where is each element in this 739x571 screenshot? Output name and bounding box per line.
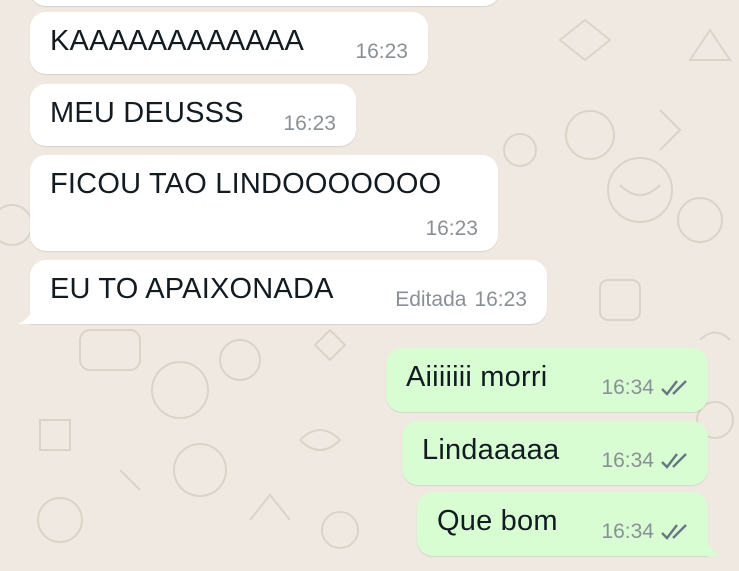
message-timestamp: 16:23 <box>425 217 478 240</box>
outgoing-message[interactable]: Lindaaaaa 16:34 <box>402 421 708 485</box>
message-text: FICOU TAO LINDOOOOOOO <box>50 168 442 200</box>
message-text: EU TO APAIXONADA <box>50 273 334 305</box>
outgoing-message[interactable]: Que bom 16:34 <box>417 492 708 556</box>
message-text: Aiiiiiii morri <box>406 361 548 393</box>
message-text: Que bom <box>437 505 558 537</box>
message-time: 16:23 <box>355 40 408 64</box>
message-timestamp: 16:34 <box>601 376 654 399</box>
message-timestamp: 16:34 <box>601 520 654 543</box>
message-text: KAAAAAAAAAAAA <box>50 25 305 57</box>
double-check-icon <box>661 524 687 540</box>
message-meta: 16:34 <box>601 449 690 473</box>
message-timestamp: 16:34 <box>601 449 654 472</box>
outgoing-bubble-tail <box>706 540 722 556</box>
message-time: 16:23 <box>283 112 336 136</box>
message-meta: 16:34 <box>601 376 690 400</box>
incoming-message[interactable]: KAAAAAAAAAAAA 16:23 <box>30 12 428 74</box>
message-timestamp: 16:23 <box>474 288 527 311</box>
double-check-icon <box>661 453 687 469</box>
edited-label: Editada <box>395 288 467 311</box>
message-meta: Editada 16:23 <box>395 288 527 312</box>
previous-message-bubble <box>30 0 500 6</box>
incoming-message[interactable]: FICOU TAO LINDOOOOOOO 16:23 <box>30 155 498 251</box>
message-timestamp: 16:23 <box>283 112 336 135</box>
incoming-message[interactable]: EU TO APAIXONADA Editada 16:23 <box>30 260 547 324</box>
message-text: MEU DEUSSS <box>50 97 244 129</box>
incoming-message[interactable]: MEU DEUSSS 16:23 <box>30 84 356 146</box>
message-text: Lindaaaaa <box>422 434 560 466</box>
message-time: 16:23 <box>425 217 478 241</box>
outgoing-message[interactable]: Aiiiiiii morri 16:34 <box>386 348 708 412</box>
message-timestamp: 16:23 <box>355 40 408 63</box>
incoming-bubble-tail <box>18 308 34 324</box>
double-check-icon <box>661 380 687 396</box>
message-meta: 16:34 <box>601 520 690 544</box>
